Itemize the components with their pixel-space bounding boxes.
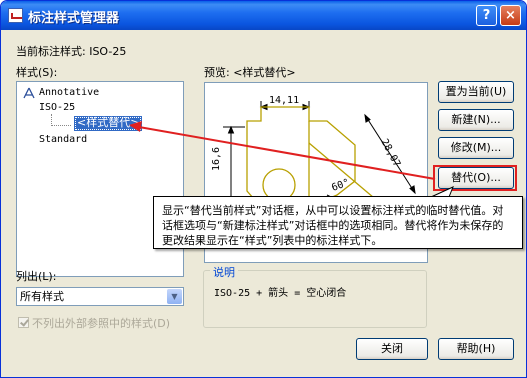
dimension-slant: 28,07	[378, 137, 402, 169]
style-item-standard[interactable]: Standard	[39, 134, 87, 145]
current-style-label: 当前标注样式: ISO-25	[16, 45, 127, 58]
app-icon	[8, 8, 23, 23]
style-item-override[interactable]: <样式替代>	[74, 116, 143, 131]
override-tooltip: 显示“替代当前样式”对话框，从中可以设置标注样式的临时替代值。对话框选项与“新建…	[153, 196, 523, 249]
exclude-xref-checkbox[interactable]	[18, 317, 29, 328]
style-item-iso25[interactable]: ISO-25	[39, 102, 75, 113]
dimension-width: 14,11	[269, 95, 299, 106]
new-style-button[interactable]: 新建(N)...	[438, 109, 514, 131]
list-filter-value: 所有样式	[20, 290, 64, 303]
style-item-annotative[interactable]: Annotative	[39, 87, 99, 98]
exclude-xref-label: 不列出外部参照中的样式(D)	[32, 317, 171, 330]
styles-label: 样式(S):	[16, 66, 58, 79]
modify-style-button[interactable]: 修改(M)...	[438, 137, 514, 159]
dimension-style-manager-window: 标注样式管理器 ? × 当前标注样式: ISO-25 样式(S): Annota…	[0, 0, 527, 378]
close-button[interactable]: 关闭	[356, 338, 428, 360]
dimension-angle: 60°	[330, 177, 351, 194]
list-filter-select[interactable]: 所有样式 ▼	[16, 287, 184, 306]
dimension-height: 16,6	[211, 147, 222, 171]
annotative-icon	[23, 87, 35, 99]
set-current-button[interactable]: 置为当前(U)	[438, 81, 514, 103]
window-title: 标注样式管理器	[28, 11, 120, 26]
list-label: 列出(L):	[16, 270, 57, 283]
preview-label: 预览: <样式替代>	[204, 66, 296, 79]
help-icon[interactable]: ?	[476, 5, 497, 26]
override-highlight-frame	[433, 165, 517, 191]
close-icon[interactable]: ×	[500, 5, 521, 26]
description-title: 说明	[210, 264, 238, 280]
chevron-down-icon[interactable]: ▼	[167, 289, 182, 304]
tree-connector	[51, 125, 71, 126]
description-text: ISO-25 + 箭头 = 空心闭合	[214, 288, 347, 299]
help-button[interactable]: 帮助(H)	[438, 338, 514, 360]
title-bar[interactable]: 标注样式管理器 ? ×	[1, 1, 526, 30]
